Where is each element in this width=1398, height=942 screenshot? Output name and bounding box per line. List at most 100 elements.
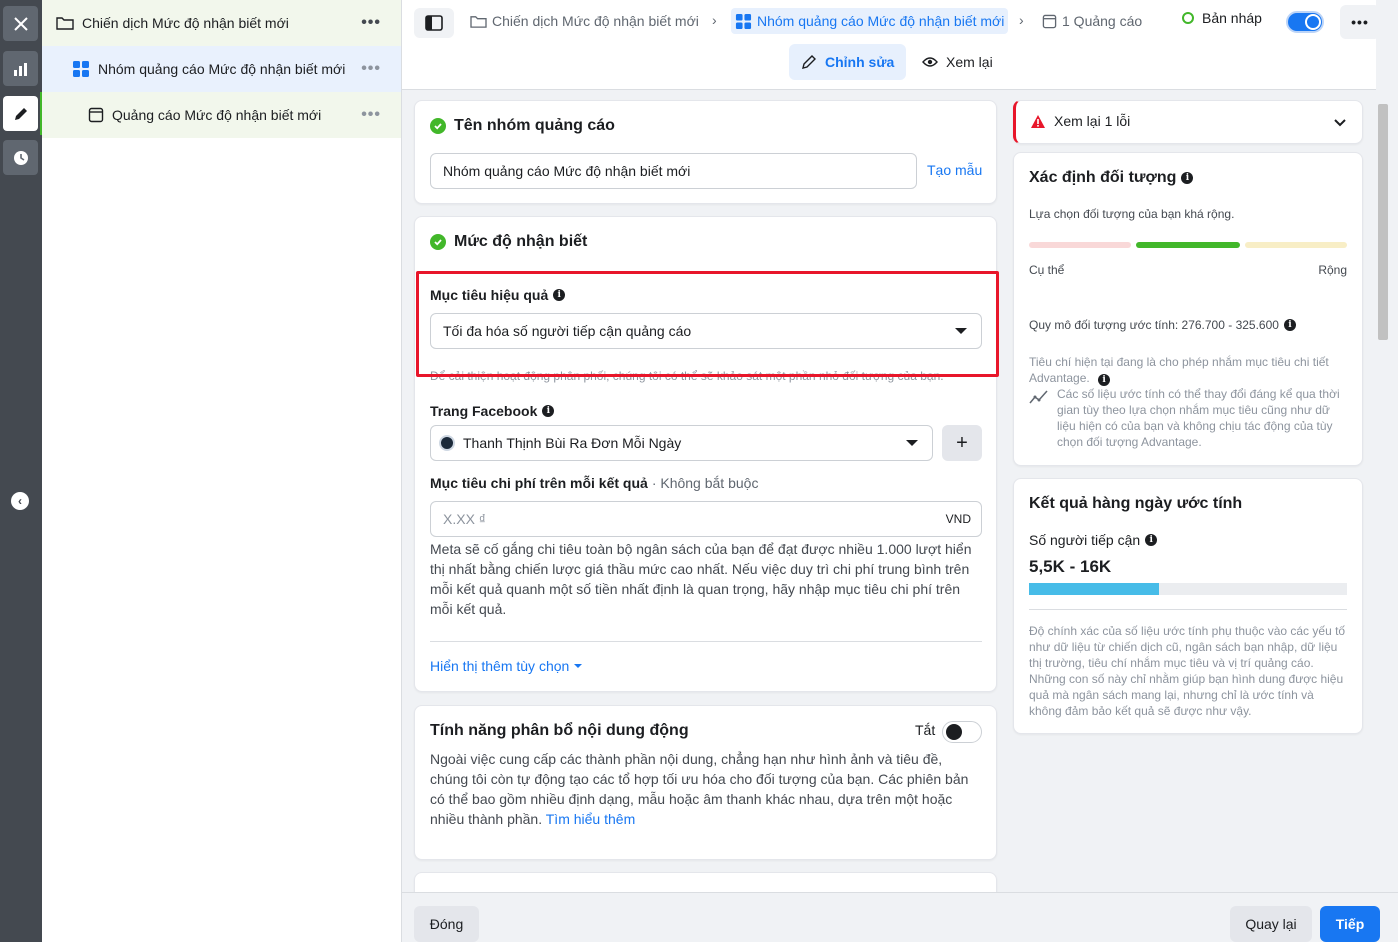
facebook-page-select[interactable]: Thanh Thịnh Bùi Ra Đơn Mỗi Ngày	[430, 425, 933, 461]
ad-page-icon	[88, 107, 104, 123]
next-button[interactable]: Tiếp	[1320, 906, 1380, 942]
back-button[interactable]: Quay lại	[1230, 906, 1312, 942]
show-more-options-link[interactable]: Hiển thị thêm tùy chọn	[430, 658, 583, 674]
grid-icon	[72, 60, 90, 78]
rail-edit-button[interactable]	[3, 96, 38, 131]
reach-value: 5,5K - 16K	[1029, 557, 1112, 576]
info-icon[interactable]: i	[542, 405, 555, 417]
adset-on-off-toggle[interactable]	[1286, 11, 1324, 33]
meter-label-broad: Rộng	[1318, 263, 1347, 277]
dynamic-creative-toggle[interactable]	[942, 721, 982, 743]
tab-review[interactable]: Xem lại	[910, 44, 1005, 80]
daily-results-card: Kết quả hàng ngày ước tính Số người tiếp…	[1013, 478, 1363, 734]
breadcrumb-adset[interactable]: Nhóm quảng cáo Mức độ nhận biết mới	[731, 8, 1009, 34]
rail-history-button[interactable]	[3, 140, 38, 175]
ad-page-icon	[1042, 14, 1057, 29]
bar-chart-icon	[13, 62, 27, 76]
pencil-icon	[801, 54, 817, 70]
left-rail: ‹	[0, 0, 42, 942]
divider	[430, 641, 982, 642]
chevron-down-icon	[1334, 119, 1346, 127]
tree-item-label: Chiến dịch Mức độ nhận biết mới	[82, 15, 289, 31]
structure-tree: Chiến dịch Mức độ nhận biết mới ••• Nhóm…	[42, 0, 402, 942]
tree-item-ad[interactable]: Quảng cáo Mức độ nhận biết mới •••	[42, 92, 401, 138]
check-circle-icon	[430, 234, 446, 250]
audience-size: Quy mô đối tượng ước tính: 276.700 - 325…	[1029, 317, 1296, 333]
card-title: Tính năng phân bổ nội dung động	[430, 722, 689, 739]
info-icon[interactable]: i	[1181, 172, 1194, 184]
collapse-panel-button[interactable]: ‹	[11, 492, 29, 510]
audience-meter	[1029, 242, 1347, 248]
more-options-icon[interactable]: •••	[361, 106, 381, 124]
folder-icon	[470, 14, 487, 29]
meter-segment-specific	[1029, 242, 1131, 248]
caret-down-icon	[906, 440, 918, 446]
card-title: Mức độ nhận biết	[430, 233, 587, 251]
audience-subtitle: Lựa chọn đối tượng của bạn khá rộng.	[1029, 207, 1235, 221]
grid-icon	[735, 13, 752, 30]
editor-header: Chiến dịch Mức độ nhận biết mới › Nhóm q…	[402, 0, 1380, 90]
draft-status: Bản nháp	[1182, 10, 1262, 26]
dynamic-creative-card: Tính năng phân bổ nội dung động Tắt Ngoà…	[414, 705, 997, 860]
status-dot-icon	[1182, 12, 1194, 24]
toggle-state-label: Tắt	[915, 722, 936, 738]
header-more-button[interactable]: •••	[1340, 5, 1380, 39]
divider	[1029, 609, 1347, 610]
dynamic-creative-description: Ngoài việc cung cấp các thành phần nội d…	[430, 751, 969, 827]
review-errors-label: Xem lại 1 lỗi	[1030, 113, 1130, 129]
review-errors-card[interactable]: Xem lại 1 lỗi	[1013, 100, 1363, 144]
toggle-sidebar-button[interactable]	[414, 8, 454, 38]
currency-label: VND	[945, 512, 971, 526]
rail-charts-button[interactable]	[3, 51, 38, 86]
meter-segment-broad	[1245, 242, 1347, 248]
tree-item-label: Quảng cáo Mức độ nhận biết mới	[112, 107, 322, 123]
folder-icon	[56, 15, 74, 31]
card-title: Kết quả hàng ngày ước tính	[1029, 495, 1243, 512]
tree-item-campaign[interactable]: Chiến dịch Mức độ nhận biết mới •••	[42, 0, 401, 46]
card-title: Tên nhóm quảng cáo	[430, 117, 615, 135]
chevron-right-icon: ›	[712, 12, 717, 28]
learn-more-link[interactable]: Tìm hiểu thêm	[546, 811, 635, 827]
cost-goal-description: Meta sẽ cố gắng chi tiêu toàn bộ ngân sá…	[430, 541, 972, 617]
add-page-button[interactable]: +	[942, 425, 982, 461]
close-icon	[13, 16, 28, 31]
tab-edit[interactable]: Chỉnh sửa	[789, 44, 907, 80]
breadcrumb-campaign[interactable]: Chiến dịch Mức độ nhận biết mới	[470, 8, 699, 34]
card-title: Xác định đối tượng i	[1029, 169, 1194, 187]
tree-item-adset[interactable]: Nhóm quảng cáo Mức độ nhận biết mới •••	[42, 46, 401, 92]
reach-bar	[1029, 583, 1347, 595]
pencil-icon	[14, 107, 27, 120]
trend-line-icon	[1029, 390, 1048, 404]
meter-label-specific: Cụ thể	[1029, 263, 1065, 277]
breadcrumb-ads[interactable]: 1 Quảng cáo	[1042, 8, 1142, 34]
page-avatar	[439, 435, 455, 451]
audience-criteria: Tiêu chí hiện tại đang là cho phép nhắm …	[1029, 355, 1329, 386]
caret-down-icon	[574, 664, 583, 668]
info-icon[interactable]: i	[1283, 319, 1296, 331]
close-editor-button[interactable]	[3, 6, 38, 41]
more-options-icon[interactable]: •••	[361, 14, 381, 32]
audience-definition-card: Xác định đối tượng i Lựa chọn đối tượng …	[1013, 152, 1363, 466]
info-icon[interactable]: i	[1098, 374, 1111, 386]
cost-goal-label: Mục tiêu chi phí trên mỗi kết quả · Khôn…	[430, 475, 759, 491]
adset-name-card: Tên nhóm quảng cáo Nhóm quảng cáo Mức độ…	[414, 100, 997, 204]
sidebar-toggle-icon	[425, 15, 443, 31]
close-button[interactable]: Đóng	[414, 906, 479, 942]
more-options-icon[interactable]: •••	[361, 60, 381, 78]
highlight-box	[416, 271, 999, 377]
daily-results-note: Độ chính xác của số liệu ước tính phụ th…	[1029, 624, 1346, 718]
clock-icon	[13, 150, 28, 165]
chevron-right-icon: ›	[1019, 12, 1024, 28]
reach-bar-fill	[1029, 583, 1160, 595]
reach-label: Số người tiếp cận i	[1029, 532, 1158, 548]
footer-bar: Đóng Quay lại Tiếp	[402, 892, 1398, 942]
cost-goal-input[interactable]: X.XX ₫ VND	[430, 501, 982, 537]
meter-segment-active	[1136, 242, 1240, 248]
info-icon[interactable]: i	[1145, 534, 1158, 546]
create-template-link[interactable]: Tạo mẫu	[927, 162, 982, 178]
adset-name-input[interactable]: Nhóm quảng cáo Mức độ nhận biết mới	[430, 153, 917, 189]
scrollbar-thumb[interactable]	[1378, 104, 1388, 340]
tree-item-label: Nhóm quảng cáo Mức độ nhận biết mới	[98, 61, 346, 77]
check-circle-icon	[430, 118, 446, 134]
chevron-left-icon: ‹	[18, 494, 22, 508]
